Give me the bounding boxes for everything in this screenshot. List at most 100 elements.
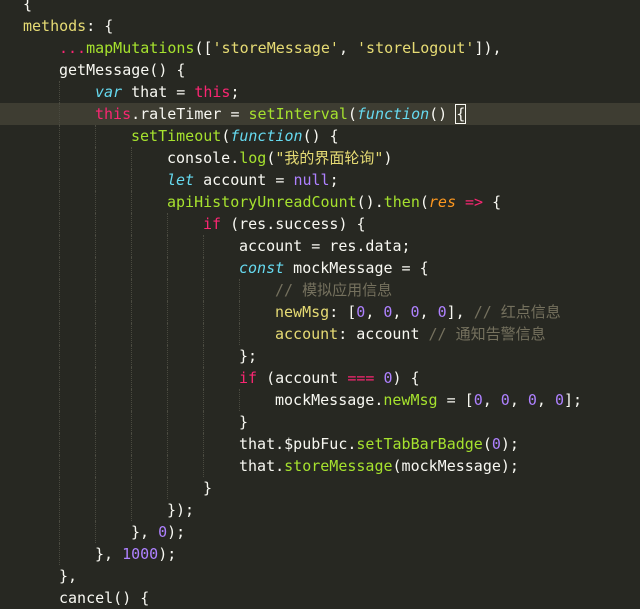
code-line[interactable]: const mockMessage = {: [0, 257, 640, 279]
code-line[interactable]: account = res.data;: [0, 235, 640, 257]
indent-guide: [239, 301, 240, 323]
indent-guide: [203, 345, 204, 367]
code-line[interactable]: that.$pubFuc.setTabBarBadge(0);: [0, 433, 640, 455]
code-text: // 模拟应用信息: [275, 279, 392, 301]
code-line[interactable]: // 模拟应用信息: [0, 279, 640, 301]
indent-guide: [167, 235, 168, 257]
code-line[interactable]: {: [0, 0, 640, 15]
code-token: 0: [383, 369, 393, 387]
code-text: },: [59, 565, 77, 587]
active-code-line[interactable]: this.raleTimer = setInterval(function() …: [0, 103, 640, 125]
code-token: },: [131, 523, 159, 541]
code-token: ,: [536, 391, 555, 409]
indent-guide: [95, 147, 96, 169]
code-token: () {: [302, 127, 339, 145]
code-line[interactable]: mockMessage.newMsg = [0, 0, 0, 0];: [0, 389, 640, 411]
indent-guide: [203, 257, 204, 279]
code-token: .raleTimer =: [131, 105, 249, 123]
indent-guide: [95, 455, 96, 477]
code-token: getMessage() {: [59, 61, 186, 79]
indent-guide: [131, 213, 132, 235]
indent-guide: [167, 477, 168, 499]
code-line[interactable]: }, 0);: [0, 521, 640, 543]
code-line[interactable]: that.storeMessage(mockMessage);: [0, 455, 640, 477]
code-token: ,: [365, 303, 384, 321]
code-token: this: [194, 83, 231, 101]
indent-guide: [59, 389, 60, 411]
code-text: }, 0);: [131, 521, 185, 543]
code-token: this: [95, 105, 132, 123]
matched-bracket: {: [455, 104, 467, 124]
code-line[interactable]: }: [0, 477, 640, 499]
code-token: (mockMessage);: [392, 457, 519, 475]
code-token: var: [95, 83, 123, 101]
code-line[interactable]: }: [0, 411, 640, 433]
indent-guide: [95, 433, 96, 455]
code-text: this.raleTimer = setInterval(function() …: [95, 103, 467, 125]
code-token: ];: [564, 391, 583, 409]
indent-guide: [59, 125, 60, 147]
code-token: 0: [158, 523, 168, 541]
code-text: cancel() {: [59, 587, 149, 609]
indent-guide: [239, 389, 240, 411]
code-token: setTabBarBadge: [356, 435, 483, 453]
indent-guide: [131, 389, 132, 411]
code-line[interactable]: cancel() {: [0, 587, 640, 609]
code-line[interactable]: if (account === 0) {: [0, 367, 640, 389]
indent-guide: [95, 389, 96, 411]
indent-guide: [95, 213, 96, 235]
indent-guide: [203, 279, 204, 301]
code-text: let account = null;: [167, 169, 339, 191]
code-token: {: [483, 193, 502, 211]
indent-guide: [59, 169, 60, 191]
code-line[interactable]: setTimeout(function() {: [0, 125, 640, 147]
code-line[interactable]: });: [0, 499, 640, 521]
indent-guide: [59, 235, 60, 257]
code-line[interactable]: console.log("我的界面轮询"): [0, 147, 640, 169]
code-token: function: [356, 105, 430, 123]
code-line[interactable]: };: [0, 345, 640, 367]
code-token: that.: [239, 457, 285, 475]
code-token: newMsg: [383, 391, 438, 409]
code-token: log: [239, 149, 267, 167]
indent-guide: [239, 323, 240, 345]
code-line[interactable]: ...mapMutations(['storeMessage', 'storeL…: [0, 37, 640, 59]
code-token: cancel() {: [59, 589, 150, 607]
code-text: }: [239, 411, 248, 433]
code-token: const: [239, 259, 285, 277]
indent-guide: [167, 455, 168, 477]
indent-guide: [59, 455, 60, 477]
code-text: ...mapMutations(['storeMessage', 'storeL…: [59, 37, 502, 59]
code-token: ().: [356, 193, 384, 211]
code-text: if (res.success) {: [203, 213, 366, 235]
indent-guide: [59, 433, 60, 455]
code-editor[interactable]: {methods: {...mapMutations(['storeMessag…: [0, 0, 640, 607]
code-token: ,: [419, 303, 438, 321]
code-token: 0: [500, 391, 510, 409]
code-token: res: [428, 193, 456, 211]
code-token: );: [500, 435, 519, 453]
code-token: methods: [23, 17, 87, 35]
code-line[interactable]: getMessage() {: [0, 59, 640, 81]
code-token: }: [239, 413, 249, 431]
indent-guide: [167, 411, 168, 433]
code-line[interactable]: },: [0, 565, 640, 587]
indent-guide: [203, 323, 204, 345]
indent-guide: [59, 477, 60, 499]
code-token: ,: [338, 39, 358, 57]
indent-guide: [167, 301, 168, 323]
code-line[interactable]: var that = this;: [0, 81, 640, 103]
code-line[interactable]: account: account // 通知告警信息: [0, 323, 640, 345]
code-token: account = res.data;: [239, 237, 411, 255]
code-line[interactable]: if (res.success) {: [0, 213, 640, 235]
code-text: methods: {: [23, 15, 113, 37]
code-line[interactable]: }, 1000);: [0, 543, 640, 565]
indent-guide: [131, 499, 132, 521]
indent-guide: [203, 389, 204, 411]
code-line[interactable]: newMsg: [0, 0, 0, 0], // 红点信息: [0, 301, 640, 323]
code-line[interactable]: let account = null;: [0, 169, 640, 191]
code-line[interactable]: apiHistoryUnreadCount().then(res => {: [0, 191, 640, 213]
indent-guide: [131, 279, 132, 301]
indent-guide: [95, 125, 96, 147]
code-line[interactable]: methods: {: [0, 15, 640, 37]
